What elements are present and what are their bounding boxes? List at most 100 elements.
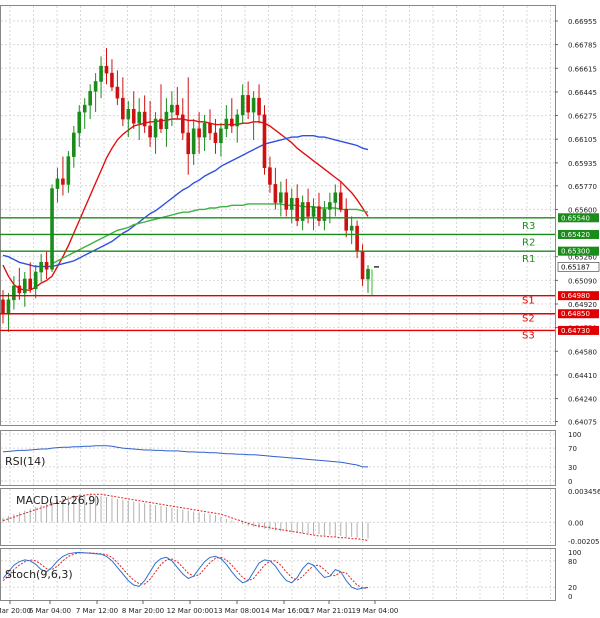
candle-body: [311, 206, 316, 217]
candle-body: [148, 125, 152, 138]
level-price-label: 0.64980: [561, 292, 590, 300]
price-tick-label: 0.64580: [568, 348, 597, 356]
price-chart: 0.66955 0.66785 0.66615 0.66445 0.66275 0.661…: [0, 5, 600, 615]
candle-body: [240, 95, 245, 116]
stoch-tick-label: 100: [568, 549, 581, 557]
rsi-title: RSI(14): [5, 455, 45, 468]
candle-body: [99, 65, 103, 82]
candle-body: [213, 132, 218, 143]
candle-body: [262, 114, 267, 169]
candle-body: [22, 278, 27, 294]
candle-body: [289, 198, 294, 210]
price-tick-label: 0.64240: [568, 396, 597, 404]
candle-body: [251, 97, 256, 113]
candle-body: [115, 86, 120, 99]
candle-body: [230, 118, 234, 127]
price-tick-label: 0.66445: [568, 89, 597, 97]
price-tick-label: 0.65600: [568, 206, 597, 214]
level-name-r1: R1: [522, 254, 535, 265]
candle-body: [175, 104, 180, 116]
current-price-label: 0.65187: [561, 263, 590, 271]
price-tick-label: 0.65090: [568, 277, 597, 285]
price-tick-label: 0.66615: [568, 65, 597, 73]
candle-body: [55, 178, 60, 189]
candle-body: [104, 65, 109, 74]
level-name-s2: S2: [522, 314, 535, 325]
candle-body: [355, 225, 359, 252]
price-tick-label: 0.64920: [568, 301, 597, 309]
candle-body: [28, 278, 33, 290]
candle-body: [77, 111, 82, 134]
time-tick-label: 17 Mar 21:01: [306, 607, 353, 615]
candle-body: [110, 72, 114, 88]
candle-body: [142, 111, 147, 127]
level-price-label: 0.64730: [561, 327, 590, 335]
candle-body: [6, 299, 11, 315]
level-price-label: 0.65300: [561, 248, 590, 256]
candle-body: [186, 132, 191, 155]
candle-body: [159, 118, 163, 130]
time-tick-label: 12 Mar 00:00: [167, 607, 214, 615]
candle-body: [137, 111, 141, 124]
price-tick-label: 0.66785: [568, 42, 597, 50]
candle-body: [1, 299, 5, 315]
candle-body: [202, 122, 207, 138]
macd-tick-label: 0.003456: [568, 488, 600, 496]
level-name-r3: R3: [522, 221, 535, 232]
time-tick-label: 7 Mar 12:00: [76, 607, 118, 615]
candle-body: [33, 271, 38, 290]
rsi-tick-label: 100: [568, 431, 581, 439]
candle-body: [88, 90, 92, 106]
stoch-tick-label: 0: [568, 593, 572, 601]
time-tick-label: 19 Mar 04:00: [352, 607, 399, 615]
price-tick-label: 0.64075: [568, 419, 597, 427]
candle-body: [82, 104, 87, 113]
candle-body: [180, 114, 185, 134]
price-tick-label: 0.66275: [568, 113, 597, 121]
candle-body: [235, 114, 240, 127]
candle-body: [273, 184, 278, 203]
candle-body: [61, 178, 65, 185]
candle-body: [44, 261, 49, 270]
macd-tick-label: -0.002058: [568, 538, 600, 546]
candle-body: [50, 188, 54, 270]
rsi-tick-label: 70: [568, 445, 577, 453]
macd-tick-label: 0.00: [568, 519, 584, 527]
price-tick-label: 0.66105: [568, 136, 597, 144]
panel-frame-1: [0, 430, 556, 486]
price-tick-label: 0.65770: [568, 183, 597, 191]
level-price-label: 0.64850: [561, 310, 590, 318]
panel-frame-3: [0, 548, 556, 601]
stoch-tick-label: 20: [568, 584, 577, 592]
level-name-s3: S3: [522, 330, 535, 341]
candle-body: [349, 225, 354, 231]
candle-body: [246, 95, 250, 113]
candle-body: [219, 128, 223, 143]
stoch-title: Stoch(9,6,3): [5, 568, 73, 581]
stoch-tick-label: 80: [568, 558, 577, 566]
candle-body: [360, 250, 365, 280]
candle-body: [197, 128, 201, 138]
candle-body: [333, 192, 338, 203]
candle-body: [257, 97, 261, 116]
candle-body: [66, 156, 71, 185]
candle-body: [170, 104, 174, 113]
rsi-tick-label: 0: [568, 478, 572, 486]
level-name-s1: S1: [522, 296, 535, 307]
time-tick-label: 14 Mar 16:00: [261, 607, 308, 615]
candle-body: [338, 192, 343, 210]
candle-body: [93, 81, 98, 92]
candle-body: [366, 268, 370, 280]
time-tick-label: 5 Mar 20:00: [0, 607, 31, 615]
candle-body: [279, 192, 283, 203]
candle-body: [191, 128, 196, 155]
price-tick-label: 0.64410: [568, 372, 597, 380]
time-tick-label: 13 Mar 08:00: [214, 607, 261, 615]
macd-title: MACD(12,26,9): [16, 494, 100, 507]
rsi-tick-label: 30: [568, 464, 577, 472]
time-tick-label: 8 Mar 20:00: [122, 607, 164, 615]
candle-body: [17, 285, 22, 294]
candle-body: [322, 209, 327, 221]
candle-body: [208, 122, 212, 134]
candle-body: [72, 132, 76, 157]
